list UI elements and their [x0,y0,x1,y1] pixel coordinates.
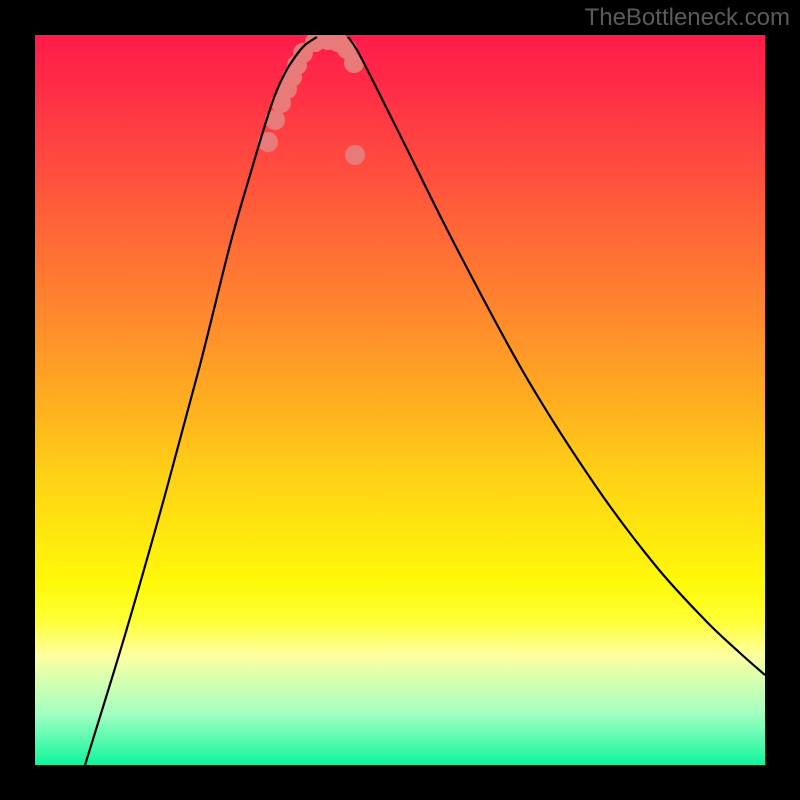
left-curve [85,37,317,765]
curve-layer [35,35,765,765]
plot-area [35,35,765,765]
right-curve [348,37,765,675]
watermark-label: TheBottleneck.com [585,4,790,32]
chart-frame: TheBottleneck.com [0,0,800,800]
highlight-dot [345,145,365,165]
